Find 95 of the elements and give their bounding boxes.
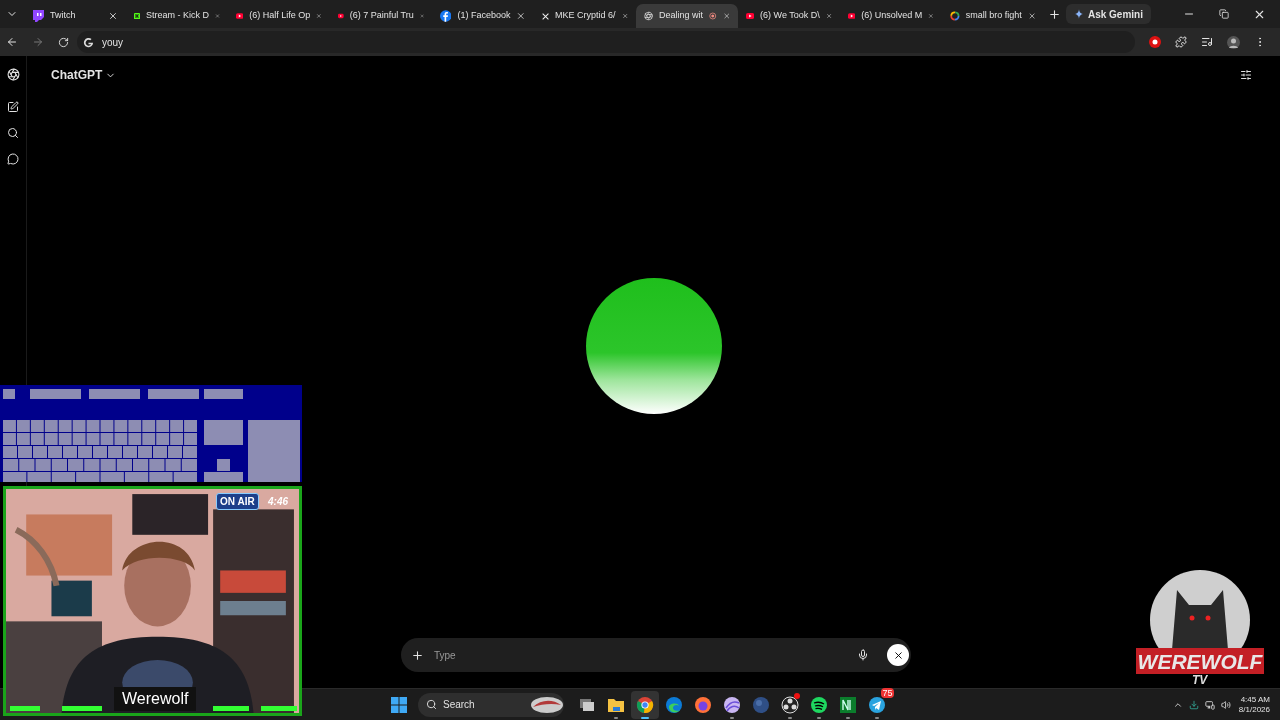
orb-icon: [751, 695, 770, 714]
kick-logo-icon: [134, 10, 140, 22]
search-field[interactable]: Search: [418, 692, 564, 717]
browser-tab[interactable]: MKE Cryptid 6/: [534, 4, 636, 28]
landscape-icon: [530, 695, 564, 714]
taskbar-app[interactable]: [630, 690, 659, 719]
aperture-icon: [644, 10, 653, 22]
media-icon[interactable]: [1201, 36, 1213, 48]
restore-icon[interactable]: [1219, 9, 1229, 19]
composer-field[interactable]: Type: [401, 638, 911, 672]
search-label: Search: [443, 698, 476, 712]
spotify-icon: [809, 695, 828, 714]
browser-tab[interactable]: (1) Facebook: [432, 4, 534, 28]
stream-timer: 4:46: [268, 495, 288, 509]
running-indicator: [613, 716, 618, 719]
tab-title: Stream - Kick D: [146, 9, 209, 23]
browser-tab[interactable]: Twitch: [24, 4, 126, 28]
clock-time: 4:45 AM: [1240, 694, 1270, 705]
browser-tab[interactable]: (6) We Took D\: [738, 4, 840, 28]
running-indicator: [729, 716, 734, 719]
download-icon[interactable]: [1188, 699, 1199, 710]
model-selector[interactable]: ChatGPT: [51, 66, 117, 84]
browser-tab[interactable]: Stream - Kick D: [126, 4, 228, 28]
message-input[interactable]: Type: [434, 647, 847, 663]
google-icon: [83, 36, 94, 48]
reload-icon[interactable]: [58, 36, 69, 48]
browser-tab[interactable]: Dealing wit: [636, 4, 738, 28]
frame-bar: [10, 706, 40, 711]
notification-badge: 75: [881, 687, 894, 698]
running-indicator: [640, 716, 649, 719]
volume-icon[interactable]: [1220, 699, 1231, 710]
running-indicator: [845, 716, 850, 719]
close-icon[interactable]: [1027, 11, 1036, 21]
close-icon: [892, 649, 904, 661]
play-icon: [848, 11, 856, 21]
clock-date: 8/1/2026: [1238, 704, 1270, 715]
close-icon[interactable]: [108, 11, 118, 21]
tab-title: (6) 7 Painful Tru: [349, 9, 414, 23]
notebook-icon: [838, 695, 857, 714]
new-chat-icon[interactable]: [7, 101, 19, 113]
browser-tab[interactable]: (6) Unsolved M: [840, 4, 942, 28]
running-indicator: [874, 716, 879, 719]
add-icon[interactable]: [411, 648, 424, 662]
tab-title: Twitch: [50, 9, 77, 23]
sparkle-icon: [1073, 9, 1084, 19]
new-tab-icon[interactable]: [1048, 7, 1061, 21]
play-icon: [236, 11, 244, 21]
ask-gemini-button[interactable]: Ask Gemini: [1065, 4, 1151, 24]
frame-bar: [62, 706, 102, 711]
start-icon[interactable]: [390, 695, 408, 714]
on-air-sign: ON AIR: [216, 493, 259, 510]
facebook-icon: [440, 10, 452, 22]
taskbar-app[interactable]: 75: [862, 690, 891, 719]
tab-title: (1) Facebook: [457, 9, 511, 23]
tab-title: Dealing wit: [659, 9, 703, 23]
logo-title: WEREWOLF: [1137, 650, 1263, 672]
frame-bar: [213, 706, 249, 711]
google-icon: [950, 10, 960, 22]
tab-title: MKE Cryptid 6/: [555, 9, 616, 23]
tab-title: (6) Half Life Op: [249, 9, 311, 23]
tab-title: small bro fight: [965, 9, 1022, 23]
microphone-icon[interactable]: [857, 649, 869, 661]
twitch-icon: [32, 10, 44, 22]
telegram-icon: [867, 695, 886, 714]
obs-icon: [780, 695, 799, 714]
aperture-icon[interactable]: [6, 68, 20, 81]
firefox-icon: [693, 695, 712, 714]
search-icon[interactable]: [7, 127, 19, 139]
browser-tab[interactable]: small bro fight: [942, 4, 1044, 28]
tab-title: (6) Unsolved M: [861, 9, 923, 23]
address-text: youy: [102, 35, 124, 50]
edge-icon: [664, 695, 683, 714]
play-icon: [746, 11, 755, 21]
address-field[interactable]: youy: [77, 31, 1135, 53]
record-extension-icon[interactable]: [1149, 36, 1161, 48]
devices-icon[interactable]: [1204, 699, 1215, 710]
chrome-icon: [635, 695, 654, 714]
swirl-icon: [722, 695, 741, 714]
chat-icon[interactable]: [7, 153, 19, 165]
search-icon: [426, 699, 437, 710]
running-indicator: [816, 716, 821, 719]
play-icon: [338, 11, 344, 21]
close-icon[interactable]: [516, 11, 526, 21]
avatar-icon[interactable]: [1227, 35, 1240, 49]
name-plate: Werewolf: [114, 687, 197, 711]
settings-icon[interactable]: [1240, 69, 1252, 81]
close-voice-button[interactable]: [887, 644, 909, 666]
frame-bar: [261, 706, 297, 711]
extensions-icon[interactable]: [1175, 36, 1187, 48]
browser-tab[interactable]: (6) 7 Painful Tru: [330, 4, 432, 28]
browser-tab[interactable]: (6) Half Life Op: [228, 4, 330, 28]
tab-title: (6) We Took D\: [760, 9, 820, 23]
running-indicator: [787, 716, 792, 719]
logo-subtitle: TV: [1192, 674, 1208, 686]
back-icon[interactable]: [6, 36, 18, 48]
